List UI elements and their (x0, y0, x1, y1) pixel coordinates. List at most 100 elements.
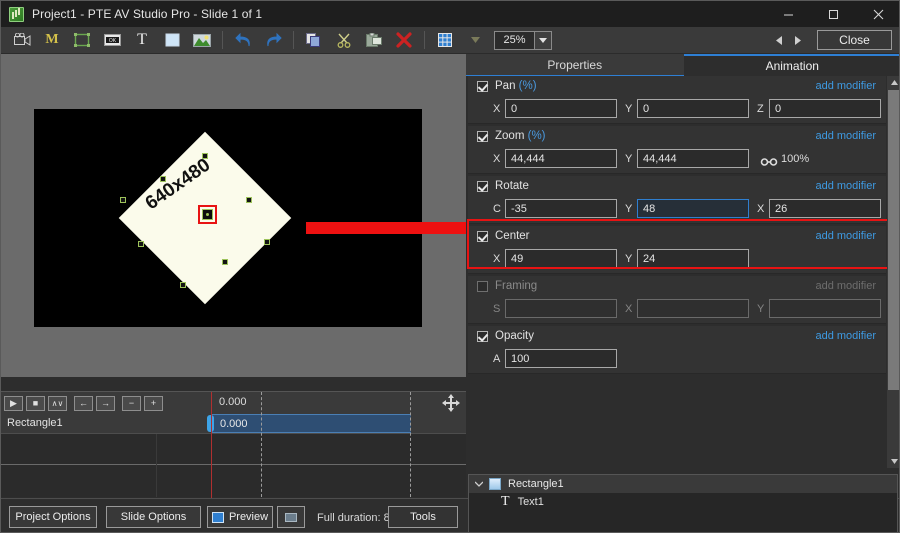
scroll-down-icon[interactable] (887, 455, 899, 468)
redo-icon[interactable] (258, 28, 288, 53)
text-icon[interactable]: T (127, 28, 157, 53)
pan-checkbox[interactable] (477, 81, 488, 92)
image-icon[interactable] (187, 28, 217, 53)
center-title-text: Center (495, 230, 530, 242)
close-button[interactable]: Close (817, 30, 892, 50)
svg-text:OK: OK (108, 38, 116, 44)
zoom-level-combobox[interactable]: 25% (494, 30, 552, 50)
preview-canvas[interactable]: 640x480 (34, 109, 498, 327)
framing-fields: S X Y (468, 298, 886, 323)
pan-add-modifier-link[interactable]: add modifier (815, 80, 876, 92)
paste-icon[interactable] (359, 28, 389, 53)
properties-vertical-scrollbar[interactable] (887, 76, 899, 468)
properties-panel: Properties Animation Pan (%) add modifie… (466, 54, 899, 532)
preview-fullscreen-button[interactable] (277, 506, 305, 528)
close-icon[interactable] (856, 1, 899, 27)
timeline-lower-area[interactable] (1, 434, 466, 497)
tab-animation[interactable]: Animation (683, 54, 899, 76)
scroll-up-icon[interactable] (887, 76, 899, 89)
selected-object[interactable]: 640x480 (118, 131, 292, 305)
pan-z-input[interactable]: 0 (769, 99, 881, 118)
tree-item-rectangle1[interactable]: Rectangle1 (469, 475, 897, 493)
tab-properties[interactable]: Properties (466, 54, 684, 76)
slide-preview-pane[interactable]: 640x480 (1, 54, 498, 444)
timeline-divider (1, 464, 466, 465)
zoom-y-input[interactable]: 44,444 (637, 149, 749, 168)
next-keyframe-button[interactable]: → (96, 395, 115, 411)
resize-handle-ne[interactable] (246, 197, 252, 203)
grid-dropdown-icon[interactable] (460, 28, 490, 53)
link-aspect-ratio-icon[interactable] (760, 154, 778, 172)
move-cross-icon[interactable] (442, 394, 460, 412)
rotate-y-input[interactable]: 48 (637, 199, 749, 218)
copy-icon[interactable] (299, 28, 329, 53)
opacity-a-input[interactable]: 100 (505, 349, 617, 368)
properties-scroll-thumb[interactable] (888, 90, 899, 390)
mask-m-icon[interactable]: M (37, 28, 67, 53)
zoom-checkbox[interactable] (477, 131, 488, 142)
zoom-x-input[interactable]: 44,444 (505, 149, 617, 168)
timeline-clip[interactable]: 0.000 (211, 414, 411, 433)
center-fields: X 49 Y 24 (468, 248, 886, 273)
chevron-down-icon[interactable] (475, 481, 483, 487)
previous-slide-icon[interactable] (770, 30, 788, 50)
resize-handle-nw[interactable] (160, 176, 166, 182)
framing-checkbox[interactable] (477, 281, 488, 292)
pan-y-input[interactable]: 0 (637, 99, 749, 118)
stop-button[interactable]: ■ (26, 395, 45, 411)
opacity-checkbox[interactable] (477, 331, 488, 342)
rotate-fields: C -35 Y 48 X 26 (468, 198, 886, 223)
rotate-x-input[interactable]: 26 (769, 199, 881, 218)
preview-button[interactable]: Preview (207, 506, 273, 528)
tree-item-text1[interactable]: T Text1 (469, 493, 897, 511)
opacity-a-label: A (493, 353, 501, 365)
center-checkbox[interactable] (477, 231, 488, 242)
tools-button[interactable]: Tools (388, 506, 458, 528)
rotate-add-modifier-link[interactable]: add modifier (815, 180, 876, 192)
timeline-playhead[interactable] (211, 392, 212, 500)
pan-x-input[interactable]: 0 (505, 99, 617, 118)
object-tree[interactable]: Rectangle1 T Text1 (468, 474, 898, 532)
minimize-icon[interactable] (766, 1, 811, 27)
video-clip-icon[interactable] (7, 28, 37, 53)
center-add-modifier-link[interactable]: add modifier (815, 230, 876, 242)
zoom-fields: X 44,444 Y 44,444 100% (468, 148, 886, 173)
button-icon[interactable]: OK (97, 28, 127, 53)
resize-handle-sw[interactable] (138, 241, 144, 247)
grid-icon[interactable] (430, 28, 460, 53)
slide-options-button[interactable]: Slide Options (106, 506, 201, 528)
zoom-add-modifier-link[interactable]: add modifier (815, 130, 876, 142)
cut-icon[interactable] (329, 28, 359, 53)
undo-icon[interactable] (228, 28, 258, 53)
next-slide-icon[interactable] (788, 30, 806, 50)
center-y-input[interactable]: 24 (637, 249, 749, 268)
chevron-down-icon[interactable] (534, 31, 551, 49)
preview-button-label: Preview (228, 511, 269, 523)
play-button[interactable]: ▶ (4, 395, 23, 411)
keyframe-graph-button[interactable]: ∧∨ (48, 395, 67, 411)
rectangle-icon[interactable] (157, 28, 187, 53)
resize-handle-w[interactable] (120, 197, 126, 203)
opacity-add-modifier-link[interactable]: add modifier (815, 330, 876, 342)
previous-keyframe-button[interactable]: ← (74, 395, 93, 411)
property-group-center: Center add modifier X 49 Y 24 (468, 226, 886, 274)
timeline-panel[interactable]: ▶ ■ ∧∨ ← → − + 0.000 Rectangle1 0.000 (1, 391, 466, 500)
resize-handle-s[interactable] (180, 282, 186, 288)
zoom-out-button[interactable]: − (122, 395, 141, 411)
rotate-c-input[interactable]: -35 (505, 199, 617, 218)
timeline-track-row[interactable]: Rectangle1 0.000 (1, 414, 466, 434)
center-x-input[interactable]: 49 (505, 249, 617, 268)
resize-handle-se[interactable] (222, 259, 228, 265)
rotate-title: Rotate (495, 180, 529, 192)
delete-icon[interactable] (389, 28, 419, 53)
project-options-button[interactable]: Project Options (9, 506, 97, 528)
toolbar-separator-2 (293, 31, 294, 49)
resize-handle-e[interactable] (264, 239, 270, 245)
rotate-checkbox[interactable] (477, 181, 488, 192)
properties-scroll-area[interactable]: Pan (%) add modifier X 0 Y 0 Z 0 Zoom (%… (466, 76, 899, 468)
pan-fields: X 0 Y 0 Z 0 (468, 98, 886, 123)
zoom-in-button[interactable]: + (144, 395, 163, 411)
maximize-icon[interactable] (811, 1, 856, 27)
frame-icon[interactable] (67, 28, 97, 53)
resize-handle-n[interactable] (202, 153, 208, 159)
